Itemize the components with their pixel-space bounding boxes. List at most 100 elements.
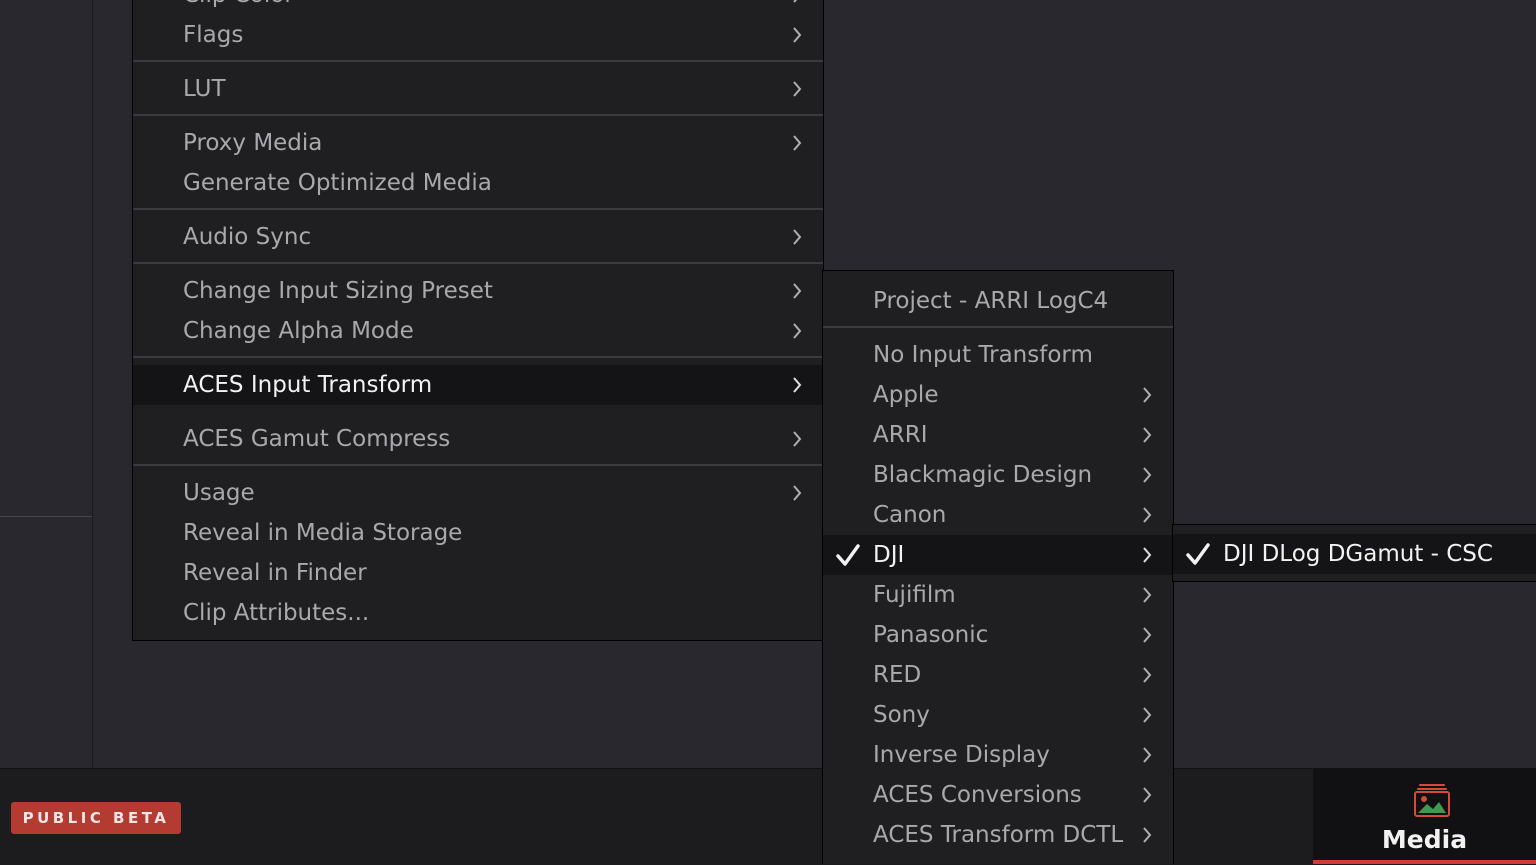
chevron-right-icon [793, 377, 802, 393]
submenu-item-dji[interactable]: DJI [823, 535, 1173, 575]
menu-item-aces-input-transform[interactable]: ACES Input Transform [133, 365, 823, 405]
menu-item-label: Clip Attributes... [183, 600, 370, 626]
menu-item-generate-optimized-media[interactable]: Generate Optimized Media [133, 163, 823, 203]
menu-item-label: ACES Conversions [873, 782, 1082, 808]
submenu-item-panasonic[interactable]: Panasonic [823, 615, 1173, 655]
menu-item-label: Blackmagic Design [873, 462, 1093, 488]
menu-item-label: Inverse Display [873, 742, 1050, 768]
submenu-item-aces-transform-dctl[interactable]: ACES Transform DCTL [823, 815, 1173, 855]
media-page-tab[interactable]: Media [1313, 769, 1536, 864]
menu-item-label: Flags [183, 22, 244, 48]
menu-item-label: Panasonic [873, 622, 989, 648]
submenu-item-blackmagic-design[interactable]: Blackmagic Design [823, 455, 1173, 495]
chevron-right-icon [1143, 827, 1152, 843]
left-panel-divider [0, 516, 92, 517]
media-pool-icon [1414, 784, 1450, 817]
menu-item-lut[interactable]: LUT [133, 69, 823, 109]
menu-item-label: Project - ARRI LogC4 [873, 288, 1109, 314]
menu-item-label: Usage [183, 480, 255, 506]
menu-separator [133, 464, 823, 466]
menu-item-label: Reveal in Media Storage [183, 520, 463, 546]
public-beta-badge: PUBLIC BETA [11, 802, 181, 834]
menu-item-clip-color[interactable]: Clip Color [133, 0, 823, 15]
menu-item-change-alpha-mode[interactable]: Change Alpha Mode [133, 311, 823, 351]
menu-item-label: Sony [873, 702, 930, 728]
media-tab-label: Media [1381, 825, 1468, 854]
chevron-right-icon [1143, 787, 1152, 803]
menu-item-label: Canon [873, 502, 947, 528]
menu-item-label: ACES Input Transform [183, 372, 433, 398]
menu-item-aces-gamut-compress[interactable]: ACES Gamut Compress [133, 419, 823, 459]
chevron-right-icon [1143, 387, 1152, 403]
chevron-right-icon [1143, 667, 1152, 683]
submenu-item-dji-dlog-dgamut-csc[interactable]: DJI DLog DGamut - CSC [1173, 534, 1536, 574]
chevron-right-icon [1143, 627, 1152, 643]
chevron-right-icon [793, 135, 802, 151]
chevron-right-icon [1143, 547, 1152, 563]
submenu-item-inverse-display[interactable]: Inverse Display [823, 735, 1173, 775]
menu-item-flags[interactable]: Flags [133, 15, 823, 55]
aces-input-transform-submenu: Project - ARRI LogC4 No Input Transform … [822, 270, 1174, 864]
chevron-right-icon [1143, 747, 1152, 763]
menu-separator [133, 356, 823, 358]
menu-item-label: No Input Transform [873, 342, 1093, 368]
page-navigation-bar [0, 768, 1536, 865]
chevron-right-icon [793, 229, 802, 245]
menu-item-label: DJI [873, 542, 905, 568]
menu-item-clip-attributes[interactable]: Clip Attributes... [133, 593, 823, 633]
submenu-item-no-input-transform[interactable]: No Input Transform [823, 335, 1173, 375]
menu-item-label: RED [873, 662, 922, 688]
chevron-right-icon [793, 283, 802, 299]
checkmark-icon [1186, 543, 1210, 565]
menu-separator [823, 326, 1173, 328]
chevron-right-icon [1143, 587, 1152, 603]
menu-item-label: Change Input Sizing Preset [183, 278, 493, 304]
chevron-right-icon [793, 0, 798, 3]
menu-item-label: Proxy Media [183, 130, 323, 156]
chevron-right-icon [793, 27, 802, 43]
menu-separator [133, 208, 823, 210]
menu-item-label: Audio Sync [183, 224, 312, 250]
dji-submenu: DJI DLog DGamut - CSC [1172, 524, 1536, 582]
chevron-right-icon [1143, 467, 1152, 483]
submenu-item-sony[interactable]: Sony [823, 695, 1173, 735]
submenu-item-aces-conversions[interactable]: ACES Conversions [823, 775, 1173, 815]
chevron-right-icon [793, 81, 802, 97]
menu-item-label: Fujifilm [873, 582, 956, 608]
chevron-right-icon [793, 485, 802, 501]
submenu-item-fujifilm[interactable]: Fujifilm [823, 575, 1173, 615]
menu-item-label: ACES Transform DCTL [873, 822, 1124, 848]
left-panel [0, 0, 93, 768]
menu-separator [133, 114, 823, 116]
chevron-right-icon [793, 323, 802, 339]
submenu-item-apple[interactable]: Apple [823, 375, 1173, 415]
menu-item-change-input-sizing-preset[interactable]: Change Input Sizing Preset [133, 271, 823, 311]
submenu-item-canon[interactable]: Canon [823, 495, 1173, 535]
menu-separator [133, 60, 823, 62]
submenu-item-red[interactable]: RED [823, 655, 1173, 695]
menu-item-label: Clip Color [183, 0, 294, 15]
menu-item-label: LUT [183, 76, 226, 102]
menu-item-reveal-in-finder[interactable]: Reveal in Finder [133, 553, 823, 593]
clip-context-menu: Clip Color Flags LUT Proxy Media Generat… [132, 0, 824, 641]
menu-item-label: Reveal in Finder [183, 560, 367, 586]
menu-item-label: Change Alpha Mode [183, 318, 414, 344]
menu-item-label: ACES Gamut Compress [183, 426, 451, 452]
menu-separator [133, 262, 823, 264]
chevron-right-icon [1143, 707, 1152, 723]
menu-item-reveal-in-media-storage[interactable]: Reveal in Media Storage [133, 513, 823, 553]
active-tab-indicator [1313, 860, 1536, 864]
menu-item-label: Generate Optimized Media [183, 170, 492, 196]
checkmark-icon [836, 544, 860, 566]
submenu-item-arri[interactable]: ARRI [823, 415, 1173, 455]
menu-item-usage[interactable]: Usage [133, 473, 823, 513]
chevron-right-icon [793, 431, 802, 447]
menu-item-label: Apple [873, 382, 939, 408]
menu-item-label: DJI DLog DGamut - CSC [1223, 541, 1493, 567]
submenu-item-project-arri-logc4[interactable]: Project - ARRI LogC4 [823, 281, 1173, 321]
menu-item-proxy-media[interactable]: Proxy Media [133, 123, 823, 163]
menu-item-label: ARRI [873, 422, 928, 448]
chevron-right-icon [1143, 507, 1152, 523]
chevron-right-icon [1143, 427, 1152, 443]
menu-item-audio-sync[interactable]: Audio Sync [133, 217, 823, 257]
